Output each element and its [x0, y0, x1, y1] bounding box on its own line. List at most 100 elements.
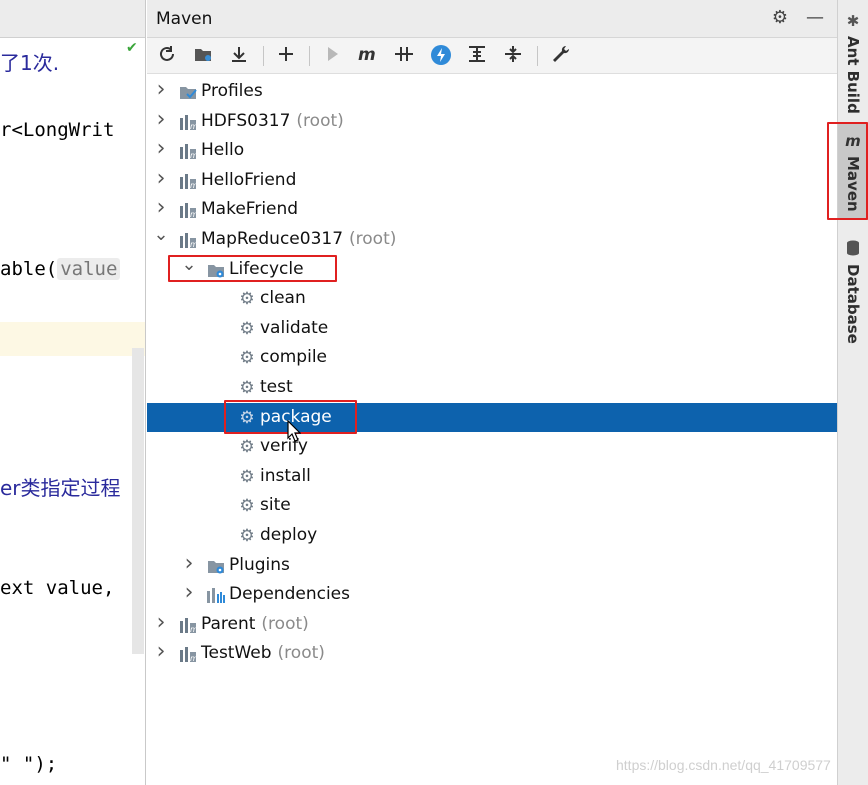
chevron-right-icon[interactable]: › [181, 553, 197, 576]
run-icon[interactable] [320, 44, 344, 68]
gear-icon: ⚙ [239, 526, 255, 546]
collapse-all-icon[interactable] [501, 44, 525, 68]
dependencies-icon [206, 585, 226, 605]
toolbar-separator [263, 46, 264, 66]
chevron-right-icon[interactable]: › [153, 197, 169, 220]
chevron-right-icon[interactable]: › [153, 168, 169, 191]
reimport-icon[interactable] [155, 44, 179, 68]
chevron-right-icon[interactable]: › [153, 641, 169, 664]
database-tab[interactable]: Database [838, 236, 868, 346]
root-suffix: (root) [349, 229, 397, 249]
code-line: able(value [0, 258, 121, 280]
skip-tests-icon[interactable] [429, 44, 453, 68]
ant-icon: ✱ [846, 12, 860, 30]
tree-item-label: HelloFriend [201, 169, 296, 191]
right-tool-strip: ✱ Ant Build m Maven Database [827, 0, 868, 785]
tree-item-label: deploy [260, 524, 317, 546]
maven-module-icon: m [178, 112, 198, 132]
item-name: Profiles [201, 81, 263, 101]
gear-icon: ⚙ [239, 348, 255, 368]
code-line: ext value, [0, 577, 115, 599]
svg-text:m: m [190, 181, 198, 190]
gear-icon: ⚙ [239, 496, 255, 516]
generate-sources-icon[interactable] [191, 44, 215, 68]
tree-item-hdfs0317[interactable]: › m HDFS0317 (root) [147, 107, 837, 136]
tree-item-testweb[interactable]: › m TestWeb (root) [147, 639, 837, 668]
lifecycle-highlight-box [168, 255, 337, 282]
tree-item-profiles[interactable]: › Profiles [147, 77, 837, 106]
tree-item-label: Parent (root) [201, 613, 309, 635]
tree-item-makefriend[interactable]: › m MakeFriend [147, 195, 837, 224]
tree-item-validate[interactable]: ⚙ validate [147, 314, 837, 343]
chevron-right-icon[interactable]: › [153, 612, 169, 635]
maven-tab-highlight-box [827, 122, 868, 220]
toolbar-separator [309, 46, 310, 66]
tree-item-site[interactable]: ⚙ site [147, 491, 837, 520]
tree-item-label: clean [260, 287, 306, 309]
tree-item-mapreduce0317[interactable]: ⌄ m MapReduce0317 (root) [147, 225, 837, 254]
tree-item-compile[interactable]: ⚙ compile [147, 343, 837, 372]
tree-item-label: compile [260, 346, 327, 368]
chevron-right-icon[interactable]: › [153, 79, 169, 102]
tree-item-hellofriend[interactable]: › m HelloFriend [147, 166, 837, 195]
maven-module-icon: m [178, 171, 198, 191]
tree-item-parent[interactable]: › m Parent (root) [147, 610, 837, 639]
ant-build-tab[interactable]: ✱ Ant Build [838, 6, 868, 118]
download-icon[interactable] [227, 44, 251, 68]
code-line: r<LongWrit [0, 119, 115, 141]
code-line: er类指定过程 [0, 476, 121, 500]
settings-gear-icon[interactable]: ⚙ [769, 7, 791, 29]
watermark: https://blog.csdn.net/qq_41709577 [616, 757, 831, 773]
code-editor[interactable]: ✔ 了1次. r<LongWrit able(value er类指定过程 ext… [0, 0, 146, 785]
code-line: " "); [0, 753, 58, 775]
toolbar-separator [537, 46, 538, 66]
chevron-right-icon[interactable]: › [181, 582, 197, 605]
tree-item-install[interactable]: ⚙ install [147, 462, 837, 491]
svg-text:m: m [190, 240, 198, 249]
item-name: compile [260, 347, 328, 367]
checkmark-icon: ✔ [126, 40, 138, 56]
svg-text:m: m [190, 625, 198, 634]
tree-item-plugins[interactable]: › Plugins [147, 551, 837, 580]
hide-icon[interactable]: — [804, 7, 826, 29]
maven-tool-window: Maven ⚙ — m › Profiles › m HDFS0317 (roo… [147, 0, 837, 785]
gear-icon: ⚙ [239, 467, 255, 487]
gear-icon: ⚙ [239, 319, 255, 339]
tree-item-label: Profiles [201, 80, 263, 102]
maven-toolbar: m [147, 38, 837, 74]
add-maven-project-icon[interactable] [274, 44, 298, 68]
chevron-down-icon[interactable]: ⌄ [153, 226, 169, 250]
tree-item-label: Dependencies [229, 583, 350, 605]
item-name: test [260, 377, 293, 397]
item-name: MakeFriend [201, 199, 299, 219]
maven-header: Maven ⚙ — [147, 0, 837, 38]
tab-label: Database [844, 264, 862, 344]
tree-item-hello[interactable]: › m Hello [147, 136, 837, 165]
chevron-right-icon[interactable]: › [153, 138, 169, 161]
root-suffix: (root) [261, 614, 309, 634]
item-name: validate [260, 318, 329, 338]
chevron-right-icon[interactable]: › [153, 109, 169, 132]
execute-goal-icon[interactable]: m [356, 44, 380, 68]
tree-item-clean[interactable]: ⚙ clean [147, 284, 837, 313]
tree-item-dependencies[interactable]: › Dependencies [147, 580, 837, 609]
tree-item-verify[interactable]: ⚙ verify [147, 432, 837, 461]
tab-label: Ant Build [844, 36, 862, 114]
item-name: HDFS0317 [201, 111, 291, 131]
editor-scrollbar[interactable] [132, 348, 144, 654]
svg-text:m: m [190, 210, 198, 219]
toggle-offline-icon[interactable] [392, 44, 416, 68]
item-name: site [260, 495, 291, 515]
tree-item-label: MakeFriend [201, 198, 298, 220]
maven-module-icon: m [178, 615, 198, 635]
maven-title: Maven [156, 9, 213, 29]
tree-item-test[interactable]: ⚙ test [147, 373, 837, 402]
gear-icon: ⚙ [239, 437, 255, 457]
show-dependencies-icon[interactable] [465, 44, 489, 68]
svg-text:m: m [190, 151, 198, 160]
maven-settings-icon[interactable] [549, 44, 573, 68]
item-name: Dependencies [229, 584, 350, 604]
tree-item-deploy[interactable]: ⚙ deploy [147, 521, 837, 550]
gear-icon: ⚙ [239, 289, 255, 309]
code-line: 了1次. [0, 51, 60, 75]
